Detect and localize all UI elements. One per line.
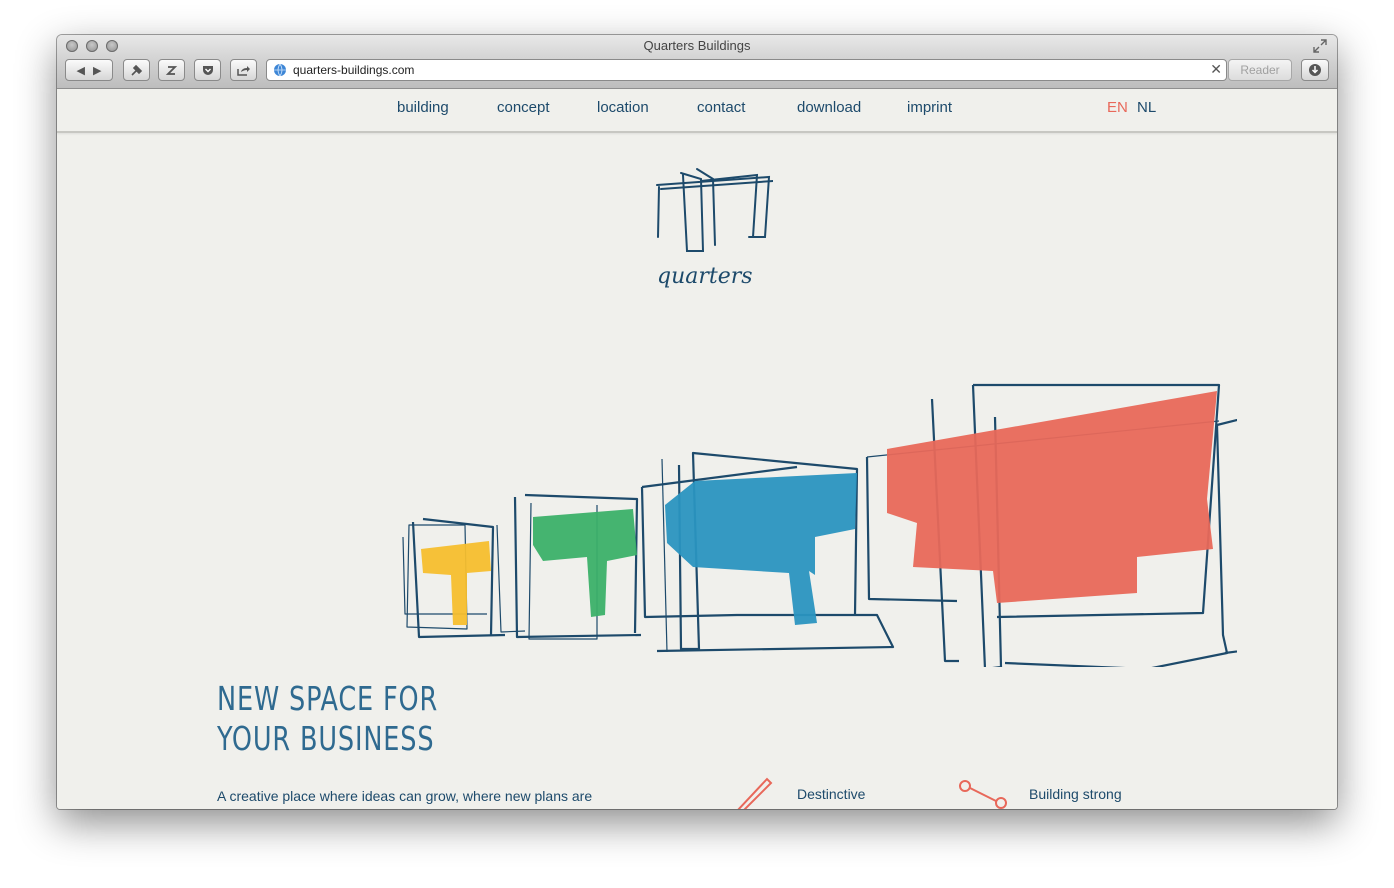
pencil-icon <box>737 777 773 809</box>
web-page: building concept location contact downlo… <box>57 89 1337 809</box>
feature-destinctive: Destinctive <box>797 786 866 802</box>
buildings-illustration <box>402 383 1237 667</box>
hero-headline: NEW SPACE FOR YOUR BUSINESS <box>217 679 438 759</box>
nav-location[interactable]: location <box>597 99 649 116</box>
back-button[interactable]: ◀ <box>77 64 85 77</box>
pocket-button[interactable] <box>194 59 221 81</box>
nav-building[interactable]: building <box>397 99 449 116</box>
tools-button[interactable] <box>123 59 150 81</box>
intro-text: A creative place where ideas can grow, w… <box>217 788 593 804</box>
url-text: quarters-buildings.com <box>293 63 415 77</box>
quarters-logo[interactable]: quarters <box>653 165 773 301</box>
nav-imprint[interactable]: imprint <box>907 99 952 116</box>
headline-line-2: YOUR BUSINESS <box>217 719 435 758</box>
red-fill <box>887 391 1217 603</box>
reader-button[interactable]: Reader <box>1228 59 1292 81</box>
nav-contact[interactable]: contact <box>697 99 745 116</box>
connection-icon <box>959 780 1007 809</box>
forward-button[interactable]: ▶ <box>93 64 101 77</box>
feature-building-strong: Building strong <box>1029 786 1122 802</box>
downloads-button[interactable] <box>1301 59 1329 81</box>
blue-fill <box>665 473 857 625</box>
green-fill <box>533 509 637 617</box>
hammer-icon <box>131 64 143 76</box>
logo-wordmark: quarters <box>657 264 753 289</box>
language-nl[interactable]: NL <box>1137 99 1156 116</box>
headline-line-1: NEW SPACE FOR <box>217 679 439 718</box>
globe-icon <box>274 63 286 77</box>
pocket-icon <box>202 65 213 75</box>
zotero-button[interactable] <box>158 59 185 81</box>
back-forward-buttons: ◀ ▶ <box>65 59 113 81</box>
browser-window: Quarters Buildings ◀ ▶ quarters-building… <box>57 35 1337 809</box>
yellow-fill <box>421 541 491 625</box>
browser-titlebar: Quarters Buildings ◀ ▶ quarters-building… <box>57 35 1337 89</box>
nav-download[interactable]: download <box>797 99 861 116</box>
clear-url-icon[interactable]: ✕ <box>1210 62 1222 78</box>
z-icon <box>165 65 178 75</box>
language-en[interactable]: EN <box>1107 99 1128 116</box>
main-navigation: building concept location contact downlo… <box>57 89 1337 133</box>
window-title: Quarters Buildings <box>643 38 751 53</box>
download-icon <box>1309 64 1321 76</box>
address-bar[interactable]: quarters-buildings.com ✕ <box>266 59 1227 81</box>
share-icon <box>237 65 250 76</box>
nav-concept[interactable]: concept <box>497 99 550 116</box>
fullscreen-icon[interactable] <box>1313 39 1327 53</box>
share-button[interactable] <box>230 59 257 81</box>
